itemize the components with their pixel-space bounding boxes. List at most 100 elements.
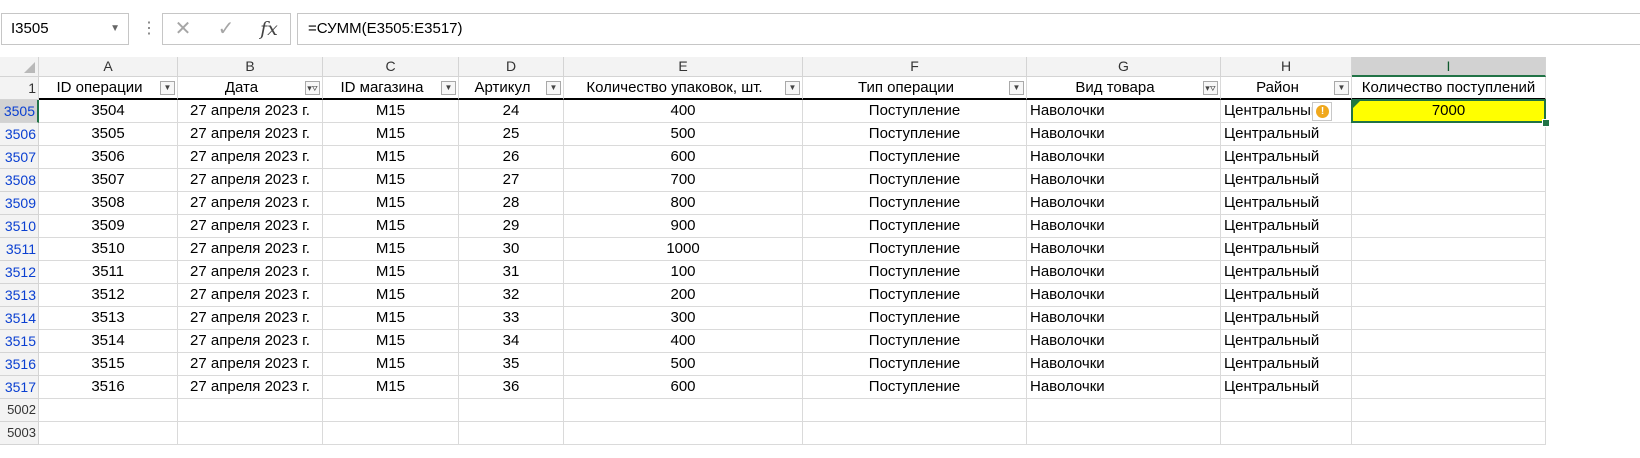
table-cell[interactable]: Поступление (803, 192, 1027, 215)
table-cell[interactable]: Наволочки (1027, 215, 1221, 238)
table-cell[interactable]: 27 апреля 2023 г. (178, 284, 323, 307)
row-header-3511[interactable]: 3511 (0, 238, 39, 261)
filter-active-icon[interactable]: ▾⛛ (305, 81, 320, 95)
table-cell[interactable]: 1000 (564, 238, 803, 261)
table-cell[interactable]: 27 апреля 2023 г. (178, 192, 323, 215)
table-cell[interactable]: 27 апреля 2023 г. (178, 123, 323, 146)
table-header-cell[interactable]: Количество упаковок, шт. ▼ (564, 77, 803, 100)
table-cell[interactable]: 3515 (39, 353, 178, 376)
table-cell[interactable]: 500 (564, 353, 803, 376)
table-cell[interactable]: 300 (564, 307, 803, 330)
table-cell[interactable]: Центральный (1221, 330, 1352, 353)
empty-cell[interactable] (178, 399, 323, 422)
table-cell[interactable]: Центральный (1221, 376, 1352, 399)
table-cell[interactable]: 3510 (39, 238, 178, 261)
empty-cell[interactable] (459, 422, 564, 445)
table-cell[interactable]: M15 (323, 261, 459, 284)
table-cell[interactable]: Центральный (1221, 353, 1352, 376)
table-cell[interactable]: Наволочки (1027, 307, 1221, 330)
table-cell[interactable]: 27 апреля 2023 г. (178, 353, 323, 376)
table-cell[interactable]: 900 (564, 215, 803, 238)
table-header-cell[interactable]: Дата ▾⛛ (178, 77, 323, 100)
table-cell[interactable]: M15 (323, 307, 459, 330)
table-header-cell[interactable]: Район ▼ (1221, 77, 1352, 100)
column-header-h[interactable]: H (1221, 57, 1352, 77)
column-header-g[interactable]: G (1027, 57, 1221, 77)
table-cell[interactable]: 27 апреля 2023 г. (178, 169, 323, 192)
table-cell[interactable]: 27 апреля 2023 г. (178, 307, 323, 330)
more-options-icon[interactable]: ⋮ (141, 14, 157, 44)
row-header-3512[interactable]: 3512 (0, 261, 39, 284)
row-header-3508[interactable]: 3508 (0, 169, 39, 192)
table-cell[interactable]: Поступление (803, 100, 1027, 123)
warning-button[interactable]: ! (1312, 102, 1332, 121)
column-header-c[interactable]: C (323, 57, 459, 77)
table-cell[interactable]: M15 (323, 169, 459, 192)
table-cell[interactable]: 3504 (39, 100, 178, 123)
table-cell[interactable]: Поступление (803, 376, 1027, 399)
table-cell[interactable]: M15 (323, 215, 459, 238)
table-cell[interactable]: M15 (323, 123, 459, 146)
filter-dropdown-icon[interactable]: ▼ (546, 81, 561, 95)
table-cell[interactable]: 35 (459, 353, 564, 376)
table-cell[interactable]: 27 апреля 2023 г. (178, 238, 323, 261)
table-cell[interactable]: 600 (564, 146, 803, 169)
table-cell[interactable] (1352, 146, 1546, 169)
table-cell[interactable]: Поступление (803, 330, 1027, 353)
table-cell[interactable]: Поступление (803, 169, 1027, 192)
table-cell[interactable]: 3514 (39, 330, 178, 353)
table-cell[interactable] (1352, 238, 1546, 261)
column-header-f[interactable]: F (803, 57, 1027, 77)
table-cell[interactable]: 30 (459, 238, 564, 261)
table-cell[interactable]: 3516 (39, 376, 178, 399)
table-cell[interactable]: 27 апреля 2023 г. (178, 100, 323, 123)
table-cell[interactable]: 36 (459, 376, 564, 399)
table-cell[interactable]: M15 (323, 353, 459, 376)
table-cell[interactable]: M15 (323, 146, 459, 169)
filter-active-icon[interactable]: ▾⛛ (1203, 81, 1218, 95)
table-cell[interactable]: Центральный (1221, 238, 1352, 261)
table-cell[interactable]: 3507 (39, 169, 178, 192)
column-header-i[interactable]: I (1352, 57, 1546, 77)
table-cell[interactable]: Наволочки (1027, 100, 1221, 123)
table-header-cell[interactable]: ID магазина ▼ (323, 77, 459, 100)
table-cell[interactable] (1352, 376, 1546, 399)
table-cell[interactable]: Поступление (803, 353, 1027, 376)
table-cell[interactable]: Поступление (803, 261, 1027, 284)
table-cell[interactable] (1352, 353, 1546, 376)
table-cell[interactable]: 700 (564, 169, 803, 192)
table-cell[interactable]: 3511 (39, 261, 178, 284)
table-cell[interactable] (1352, 215, 1546, 238)
row-header-3506[interactable]: 3506 (0, 123, 39, 146)
table-cell[interactable]: Поступление (803, 238, 1027, 261)
table-cell[interactable]: Наволочки (1027, 330, 1221, 353)
table-cell[interactable]: 27 апреля 2023 г. (178, 146, 323, 169)
table-cell[interactable]: 27 апреля 2023 г. (178, 261, 323, 284)
column-header-a[interactable]: A (39, 57, 178, 77)
column-header-d[interactable]: D (459, 57, 564, 77)
formula-input[interactable]: =СУММ(E3505:E3517) (297, 13, 1640, 45)
table-cell[interactable]: 28 (459, 192, 564, 215)
table-header-cell[interactable]: Количество поступлений (1352, 77, 1546, 100)
table-cell[interactable]: Поступление (803, 146, 1027, 169)
select-all-button[interactable] (0, 57, 39, 77)
table-cell[interactable] (1352, 261, 1546, 284)
column-header-e[interactable]: E (564, 57, 803, 77)
table-cell[interactable]: 200 (564, 284, 803, 307)
table-cell[interactable]: 3509 (39, 215, 178, 238)
empty-cell[interactable] (1221, 399, 1352, 422)
table-cell[interactable]: 31 (459, 261, 564, 284)
column-header-b[interactable]: B (178, 57, 323, 77)
row-header-3517[interactable]: 3517 (0, 376, 39, 399)
empty-cell[interactable] (564, 422, 803, 445)
empty-cell[interactable] (803, 399, 1027, 422)
table-cell[interactable]: 25 (459, 123, 564, 146)
row-header-5003[interactable]: 5003 (0, 422, 39, 445)
empty-cell[interactable] (459, 399, 564, 422)
empty-cell[interactable] (1352, 422, 1546, 445)
empty-cell[interactable] (564, 399, 803, 422)
table-cell[interactable]: Наволочки (1027, 376, 1221, 399)
table-header-cell[interactable]: Вид товара ▾⛛ (1027, 77, 1221, 100)
table-cell[interactable]: 29 (459, 215, 564, 238)
table-cell[interactable]: 27 (459, 169, 564, 192)
